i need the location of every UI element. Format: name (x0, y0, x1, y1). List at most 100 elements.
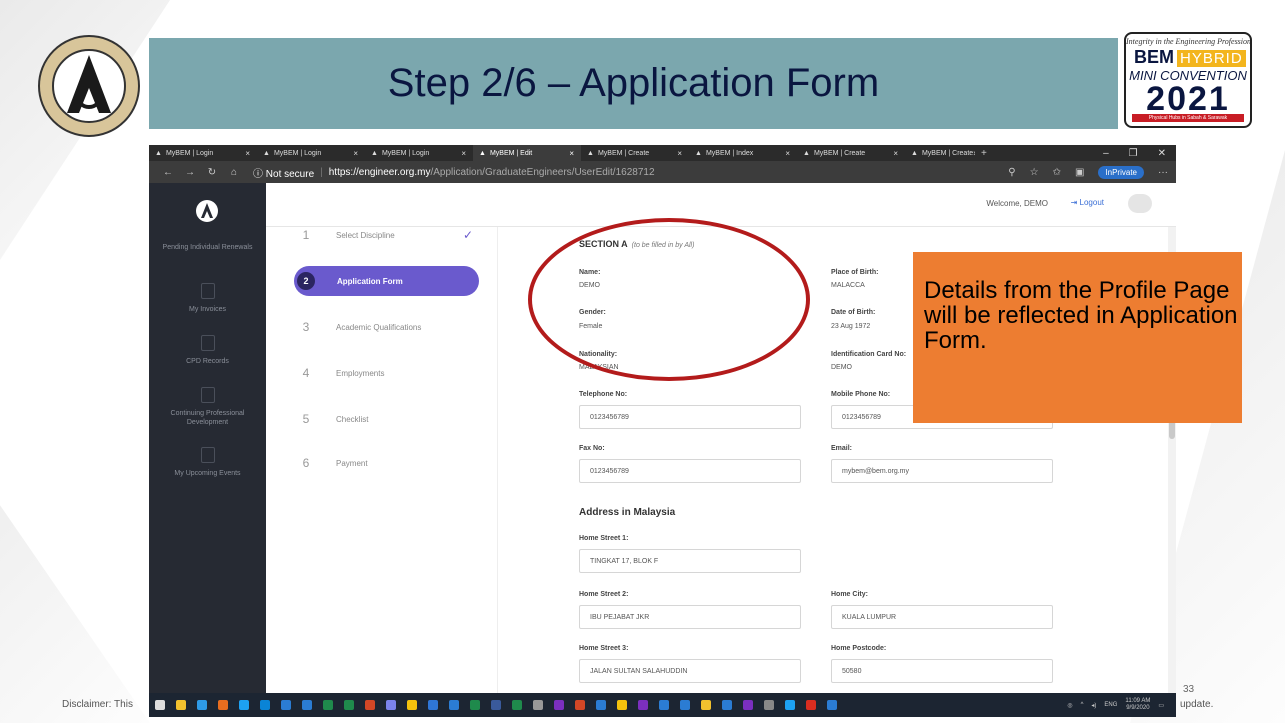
place-of-birth-value: MALACCA (831, 282, 865, 289)
step-academic-qualifications[interactable]: 3 Academic Qualifications (294, 312, 479, 342)
page-number: 33 (1183, 684, 1195, 695)
step-checklist[interactable]: 5 Checklist (294, 404, 479, 434)
close-icon[interactable]: × (353, 149, 358, 158)
close-icon[interactable]: × (973, 149, 975, 158)
close-icon[interactable]: × (569, 149, 574, 158)
city-field[interactable]: KUALA LUMPUR (831, 605, 1053, 629)
network-icon[interactable]: ◎ (1067, 702, 1072, 709)
step-select-discipline[interactable]: 1 Select Discipline ✓ (294, 220, 479, 250)
clock[interactable]: 11:09 AM 9/9/2020 (1125, 698, 1150, 712)
browser-tab[interactable]: ▲ MyBEM | Login × (257, 145, 365, 161)
notifications-icon[interactable]: ▭ (1158, 702, 1164, 709)
street2-field[interactable]: IBU PEJABAT JKR (579, 605, 801, 629)
close-icon[interactable]: × (677, 149, 682, 158)
chat-icon[interactable] (197, 700, 207, 710)
more-icon[interactable]: ··· (1158, 167, 1168, 178)
sidebar-item-upcoming-events[interactable]: My Upcoming Events (149, 447, 266, 478)
forward-icon[interactable]: → (179, 167, 201, 178)
app-icon[interactable] (659, 700, 669, 710)
browser-tab[interactable]: ▲MyBEM | Create× (581, 145, 689, 161)
step-number: 6 (302, 456, 310, 470)
logout-link[interactable]: ⇥ Logout (1071, 198, 1104, 207)
street2-label: Home Street 2: (579, 591, 629, 598)
app-icon[interactable] (428, 700, 438, 710)
teams-icon[interactable] (386, 700, 396, 710)
close-icon[interactable]: × (785, 149, 790, 158)
street1-field[interactable]: TINGKAT 17, BLOK F (579, 549, 801, 573)
step-application-form[interactable]: 2 Application Form (294, 266, 479, 296)
language-indicator[interactable]: ENG (1104, 702, 1117, 708)
firefox-icon[interactable] (218, 700, 228, 710)
app-icon[interactable] (260, 700, 270, 710)
app-icon[interactable] (785, 700, 795, 710)
word-icon[interactable] (302, 700, 312, 710)
back-icon[interactable]: ← (157, 167, 179, 178)
step-payment[interactable]: 6 Payment (294, 448, 479, 478)
app-icon[interactable] (533, 700, 543, 710)
browser-tabbar: ▲ MyBEM | Login × ▲ MyBEM | Login × ▲ MyBEM |… (149, 145, 1176, 161)
step-label: Employments (336, 368, 385, 378)
powerpoint-icon[interactable] (365, 700, 375, 710)
step-employments[interactable]: 4 Employments (294, 358, 479, 388)
home-icon[interactable]: ⌂ (223, 167, 245, 178)
close-icon[interactable]: × (893, 149, 898, 158)
collections-icon[interactable]: ▣ (1075, 167, 1084, 178)
url-field[interactable]: ⓘ Not secure | https://engineer.org.my/A… (253, 165, 655, 180)
app-icon[interactable] (743, 700, 753, 710)
callout-text: Details from the Profile Page will be re… (924, 277, 1238, 354)
app-icon[interactable] (575, 700, 585, 710)
excel-icon[interactable] (344, 700, 354, 710)
app-icon[interactable] (827, 700, 837, 710)
app-icon[interactable] (680, 700, 690, 710)
sidebar-item-pending-renewals[interactable]: Pending Individual Renewals (149, 243, 266, 252)
close-icon[interactable]: × (461, 149, 466, 158)
app-icon[interactable] (491, 700, 501, 710)
close-icon[interactable]: × (245, 149, 250, 158)
zoom-icon[interactable]: ⚲ (1008, 167, 1015, 178)
app-icon[interactable] (617, 700, 627, 710)
restore-icon[interactable]: ❐ (1129, 148, 1138, 159)
inprivate-badge[interactable]: InPrivate (1098, 165, 1144, 179)
browser-tab-active[interactable]: ▲ MyBEM | Edit × (473, 145, 581, 161)
tray-overflow-icon[interactable]: ^ (1081, 702, 1084, 708)
app-icon[interactable] (512, 700, 522, 710)
outlook-icon[interactable] (449, 700, 459, 710)
start-icon[interactable] (155, 700, 165, 710)
app-icon[interactable] (722, 700, 732, 710)
street3-field[interactable]: JALAN SULTAN SALAHUDDIN (579, 659, 801, 683)
excel-icon[interactable] (323, 700, 333, 710)
app-icon[interactable] (554, 700, 564, 710)
browser-tab[interactable]: ▲ MyBEM | Login × (149, 145, 257, 161)
minimize-icon[interactable]: – (1103, 148, 1109, 159)
close-window-icon[interactable]: ✕ (1158, 148, 1166, 159)
browser-tab[interactable]: ▲MyBEM | Create× (905, 145, 975, 161)
new-tab-icon[interactable]: + (981, 148, 987, 159)
app-icon[interactable] (764, 700, 774, 710)
browser-tab[interactable]: ▲MyBEM | Create× (797, 145, 905, 161)
acrobat-icon[interactable] (806, 700, 816, 710)
postcode-field[interactable]: 50580 (831, 659, 1053, 683)
fax-field[interactable]: 0123456789 (579, 459, 801, 483)
sidebar-item-cpd[interactable]: Continuing Professional Development (149, 387, 266, 427)
email-field[interactable]: mybem@bem.org.my (831, 459, 1053, 483)
sidebar-item-my-invoices[interactable]: My Invoices (149, 283, 266, 314)
telephone-field[interactable]: 0123456789 (579, 405, 801, 429)
volume-icon[interactable]: ◂) (1091, 702, 1096, 709)
visual-studio-icon[interactable] (638, 700, 648, 710)
refresh-icon[interactable]: ↻ (201, 167, 223, 178)
edge-icon[interactable] (239, 700, 249, 710)
clock-date: 9/9/2020 (1126, 705, 1150, 711)
app-icon[interactable] (596, 700, 606, 710)
favorites-bar-icon[interactable]: ✩ (1053, 167, 1061, 178)
browser-tab[interactable]: ▲ MyBEM | Index × (689, 145, 797, 161)
app-icon[interactable] (407, 700, 417, 710)
excel-icon[interactable] (470, 700, 480, 710)
file-explorer-icon[interactable] (176, 700, 186, 710)
place-of-birth-label: Place of Birth: (831, 269, 879, 276)
avatar[interactable] (1128, 194, 1152, 213)
app-icon[interactable] (701, 700, 711, 710)
browser-tab[interactable]: ▲ MyBEM | Login × (365, 145, 473, 161)
sidebar-item-cpd-records[interactable]: CPD Records (149, 335, 266, 366)
favorite-icon[interactable]: ☆ (1030, 167, 1039, 178)
word-icon[interactable] (281, 700, 291, 710)
